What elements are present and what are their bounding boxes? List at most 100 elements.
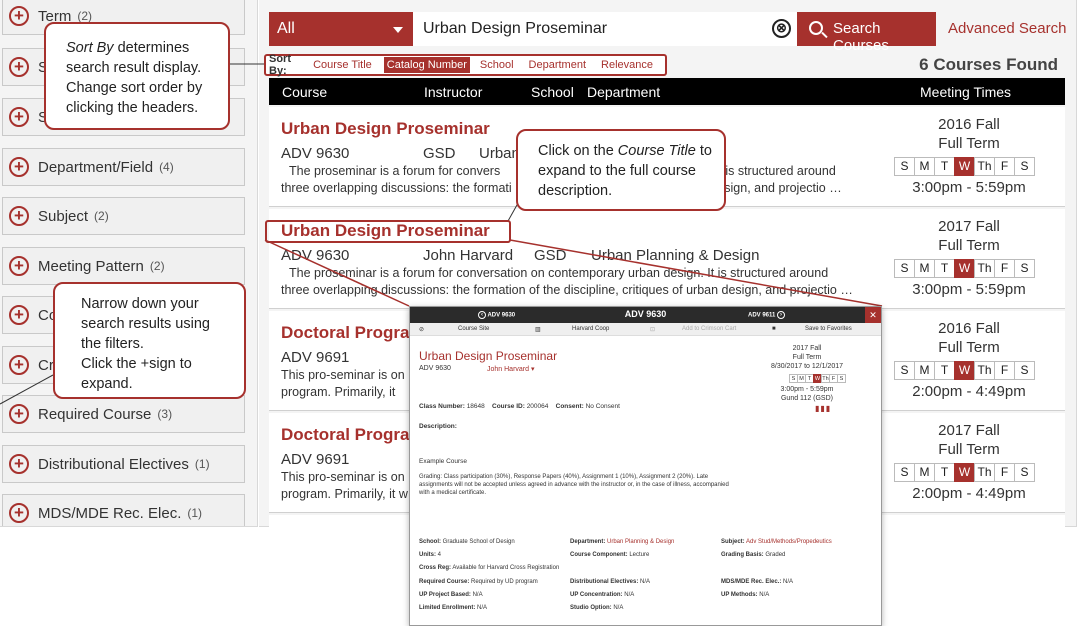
course-department: Urban Planning & Design — [591, 247, 760, 264]
plus-icon[interactable]: + — [9, 57, 29, 77]
link-icon: ⊘ — [419, 327, 425, 333]
scope-select[interactable]: All — [269, 12, 413, 46]
sort-catalog-number[interactable]: Catalog Number — [383, 57, 470, 73]
course-detail-popup: ‹ ADV 9630 ADV 9630 ADV 9611 › ✕ ⊘ Cours… — [409, 306, 882, 626]
filter-department[interactable]: + Department/Field (4) — [2, 148, 245, 186]
results-count: 6 Courses Found — [919, 55, 1058, 74]
popup-title: Urban Design Proseminar — [419, 349, 558, 363]
popup-meeting-days: S M T W Th F S — [789, 374, 846, 383]
meeting-days: S M T W Th F S — [894, 361, 1035, 380]
popup-number: ADV 9630 — [419, 365, 451, 372]
books-icon: ▮▮▮ — [815, 404, 832, 413]
detail-upproject: UP Project Based: N/A — [419, 592, 483, 598]
course-department: Urban — [479, 145, 520, 162]
add-to-cart-button[interactable]: Add to Crimson Cart — [682, 326, 736, 332]
detail-units: Units: 4 — [419, 552, 442, 558]
course-number: ADV 9691 — [281, 451, 350, 468]
callout-sort: Sort By determines search result display… — [44, 22, 230, 130]
filter-mds-mde[interactable]: + MDS/MDE Rec. Elec. (1) — [2, 494, 245, 526]
callout-course-title: Click on the Course Title to expand to t… — [516, 129, 726, 211]
search-courses-button[interactable]: Search Courses — [797, 12, 936, 54]
detail-required: Required Course: Required by UD program — [419, 579, 538, 585]
course-title-link[interactable]: Doctoral Progra — [281, 323, 409, 343]
detail-studio: Studio Option: N/A — [570, 605, 624, 611]
plus-icon[interactable]: + — [9, 6, 29, 26]
course-number: ADV 9630 — [281, 247, 350, 264]
plus-icon[interactable]: + — [9, 157, 29, 177]
popup-grading: Grading: Class participation (30%), Resp… — [419, 474, 729, 496]
course-title-link[interactable]: Doctoral Progra — [281, 425, 409, 445]
popup-nav-bar: ‹ ADV 9630 ADV 9630 ADV 9611 › ✕ — [410, 307, 881, 323]
popup-time-location: 3:00pm - 5:59pm Gund 112 (GSD) — [780, 386, 834, 402]
sort-course-title[interactable]: Course Title — [310, 57, 375, 73]
favorite-icon: ■ — [772, 326, 776, 332]
plus-icon[interactable]: + — [9, 454, 29, 474]
detail-mds: MDS/MDE Rec. Elec.: N/A — [721, 579, 794, 585]
plus-icon[interactable]: + — [9, 206, 29, 226]
course-term: 2016 Fall Full Term — [938, 116, 1000, 152]
popup-course-number: ADV 9630 — [624, 309, 667, 319]
results-header: Course Instructor School Department Meet… — [269, 78, 1065, 105]
detail-upconc: UP Concentration: N/A — [570, 592, 635, 598]
sort-school[interactable]: School — [477, 57, 517, 73]
popup-toolbar: ⊘ Course Site ▥ Harvard Coop ⊡ Add to Cr… — [410, 323, 881, 336]
detail-school: School: Graduate School of Design — [419, 539, 515, 545]
detail-component: Course Component: Lecture — [570, 552, 650, 558]
sort-bar: Sort By: Course Title Catalog Number Sch… — [264, 53, 667, 77]
save-favorites-button[interactable]: Save to Favorites — [805, 326, 852, 332]
chevron-down-icon — [393, 27, 403, 33]
plus-icon[interactable]: + — [9, 355, 29, 375]
plus-icon[interactable]: + — [9, 305, 29, 325]
filter-distributional-electives[interactable]: + Distributional Electives (1) — [2, 445, 245, 483]
popup-class-info: Class Number: 18648 Course ID: 200064 Co… — [419, 403, 620, 410]
col-course[interactable]: Course — [282, 84, 327, 100]
col-department[interactable]: Department — [587, 84, 660, 100]
detail-department: Department: Urban Planning & Design — [570, 539, 675, 545]
meeting-time: 3:00pm - 5:59pm — [912, 179, 1026, 196]
callout-filters: Narrow down your search results using th… — [53, 282, 246, 399]
sort-label: Sort By: — [269, 53, 291, 77]
course-title-highlight — [265, 220, 511, 243]
sort-relevance[interactable]: Relevance — [598, 57, 656, 73]
next-course-button[interactable]: ADV 9611 › — [748, 311, 786, 319]
harvard-coop-link[interactable]: Harvard Coop — [572, 326, 609, 332]
arrow-right-icon: › — [777, 311, 786, 319]
meeting-time: 3:00pm - 5:59pm — [912, 281, 1026, 298]
filter-required-course[interactable]: + Required Course (3) — [2, 395, 245, 433]
sort-department[interactable]: Department — [526, 57, 589, 73]
detail-limited: Limited Enrollment: N/A — [419, 605, 488, 611]
detail-crossreg: Cross Reg: Available for Harvard Cross R… — [419, 565, 560, 571]
book-icon: ▥ — [535, 327, 541, 333]
course-instructor[interactable]: John Harvard — [423, 247, 513, 264]
meeting-days: S M T W Th F S — [894, 259, 1035, 278]
course-description: The proseminar is a forum for conversati… — [281, 266, 853, 297]
plus-icon[interactable]: + — [9, 256, 29, 276]
plus-icon[interactable]: + — [9, 107, 29, 127]
course-number: ADV 9691 — [281, 349, 350, 366]
popup-description-label: Description: — [419, 423, 457, 430]
popup-instructor[interactable]: John Harvard ▾ — [487, 365, 534, 373]
close-icon[interactable]: ✕ — [865, 307, 881, 323]
course-site-link[interactable]: Course Site — [458, 326, 489, 332]
meeting-time: 2:00pm - 4:49pm — [912, 485, 1026, 502]
course-number: ADV 9630 — [281, 145, 350, 162]
course-school: GSD — [423, 145, 456, 162]
search-input[interactable]: Urban Design Proseminar ⊗ — [413, 12, 797, 46]
course-school: GSD — [534, 247, 567, 264]
filter-meeting-pattern[interactable]: + Meeting Pattern (2) — [2, 247, 245, 285]
detail-upmethods: UP Methods: N/A — [721, 592, 770, 598]
col-instructor[interactable]: Instructor — [424, 84, 482, 100]
search-icon — [809, 21, 823, 35]
clear-icon[interactable]: ⊗ — [772, 19, 791, 38]
course-term: 2017 Fall Full Term — [938, 422, 1000, 458]
plus-icon[interactable]: + — [9, 503, 29, 523]
col-school[interactable]: School — [531, 84, 574, 100]
col-meeting-times[interactable]: Meeting Times — [920, 84, 1011, 100]
filter-subject[interactable]: + Subject (2) — [2, 197, 245, 235]
meeting-days: S M T W Th F S — [894, 463, 1035, 482]
advanced-search-link[interactable]: Advanced Search — [948, 20, 1066, 37]
course-title-link[interactable]: Urban Design Proseminar — [281, 119, 490, 139]
course-term: 2016 Fall Full Term — [938, 320, 1000, 356]
course-term: 2017 Fall Full Term — [938, 218, 1000, 254]
plus-icon[interactable]: + — [9, 404, 29, 424]
